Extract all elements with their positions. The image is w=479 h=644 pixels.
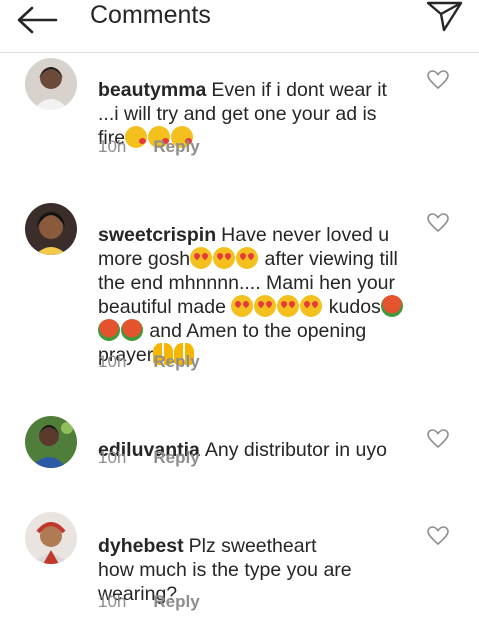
comment-body-part: kudos — [323, 296, 381, 318]
reply-button[interactable]: Reply — [153, 592, 199, 611]
heart-icon[interactable] — [427, 70, 449, 90]
comment-body: Any distributor in uyo — [204, 439, 387, 461]
avatar[interactable] — [25, 58, 77, 110]
header-bar: Comments — [0, 0, 479, 53]
comment-meta: 10h Reply — [98, 448, 200, 468]
avatar[interactable] — [25, 203, 77, 255]
heart-icon[interactable] — [427, 429, 449, 449]
heart-icon[interactable] — [427, 526, 449, 546]
comment-text: beautymma Even if i dont wear it ...i wil… — [98, 54, 408, 150]
avatar[interactable] — [25, 512, 77, 564]
comment-item: sweetcrispin Have never loved u more gosh… — [0, 195, 479, 385]
comment-item: beautymma Even if i dont wear it ...i wil… — [0, 52, 479, 172]
comment-username[interactable]: sweetcrispin — [98, 224, 216, 246]
reply-button[interactable]: Reply — [153, 352, 199, 371]
comment-text: sweetcrispin Have never loved u more gosh… — [98, 199, 408, 367]
send-icon[interactable] — [424, 0, 464, 32]
comment-meta: 10h Reply — [98, 137, 200, 157]
comment-item: ediluvantia Any distributor in uyo 10h Rep… — [0, 410, 479, 480]
comment-emoji — [190, 247, 259, 270]
reply-button[interactable]: Reply — [153, 137, 199, 156]
arrow-left-icon[interactable] — [14, 4, 58, 36]
avatar[interactable] — [25, 416, 77, 468]
page-title: Comments — [90, 1, 211, 29]
reply-button[interactable]: Reply — [153, 448, 199, 467]
comment-meta: 10h Reply — [98, 592, 200, 612]
comment-time: 10h — [98, 352, 127, 371]
comment-emoji — [231, 295, 323, 318]
comment-time: 10h — [98, 448, 127, 467]
comment-time: 10h — [98, 137, 127, 156]
comment-meta: 10h Reply — [98, 352, 200, 372]
heart-icon[interactable] — [427, 213, 449, 233]
comment-username[interactable]: dyhebest — [98, 535, 184, 557]
comment-item: dyhebest Plz sweetheart how much is the t… — [0, 506, 479, 626]
comment-time: 10h — [98, 592, 127, 611]
comment-username[interactable]: beautymma — [98, 79, 206, 101]
